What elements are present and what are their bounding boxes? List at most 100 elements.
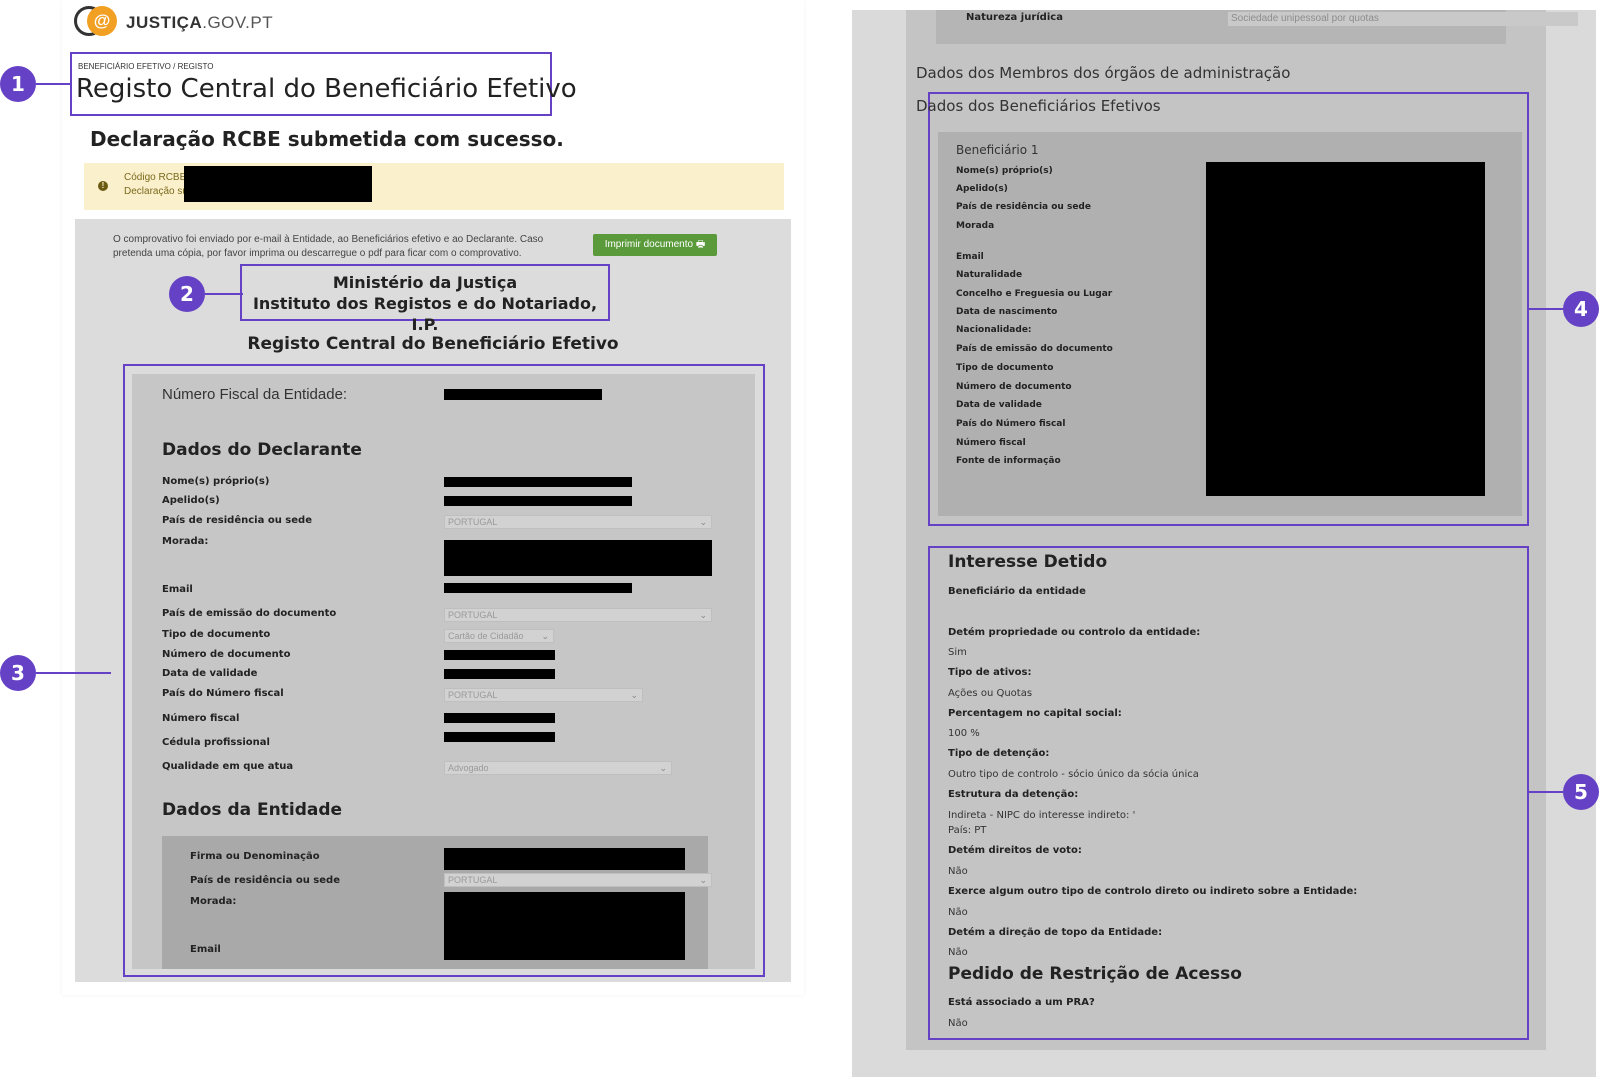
chevron-down-icon: ⌄ (699, 517, 707, 527)
ben-field-label: Número de documento (956, 382, 1072, 392)
entidade-heading: Dados da Entidade (162, 800, 343, 820)
ben-field-label: Número fiscal (956, 438, 1026, 448)
declaration-label: Declaração su (124, 186, 188, 197)
field-label: Tipo de documento (162, 629, 271, 640)
callout-2: 2 (169, 276, 205, 312)
ben-field-label: Nome(s) próprio(s) (956, 166, 1053, 176)
callout-line (205, 293, 243, 295)
field-label: País de residência ou sede (190, 875, 340, 886)
interesse-heading: Interesse Detido (948, 552, 1108, 572)
field-label: Email (190, 944, 221, 955)
chevron-down-icon: ⌄ (659, 763, 667, 773)
answer: Não (948, 947, 968, 958)
site-logo-text[interactable]: JUSTIÇA.GOV.PT (126, 13, 273, 33)
entidade-box: Firma ou Denominação País de residência … (162, 836, 712, 969)
question: Detém propriedade ou controlo da entidad… (948, 627, 1201, 638)
natureza-label: Natureza jurídica (966, 12, 1063, 23)
nif-entidade-label: Número Fiscal da Entidade: (162, 386, 348, 403)
ben-field-label: Data de validade (956, 400, 1042, 410)
info-text: O comprovativo foi enviado por e-mail à … (113, 234, 544, 259)
ben-field-label: País do Número fiscal (956, 419, 1066, 429)
answer: Não (948, 866, 968, 877)
institute-name: Instituto dos Registos e do Notariado, I… (252, 294, 598, 334)
field-label: Morada: (190, 896, 237, 907)
chevron-down-icon: ⌄ (699, 875, 707, 885)
question: Exerce algum outro tipo de controlo dire… (948, 886, 1358, 897)
page-title: Registo Central do Beneficiário Efetivo (76, 74, 577, 104)
redaction-block (444, 713, 555, 723)
ben-field-label: Data de nascimento (956, 307, 1058, 317)
pais-nif-select[interactable]: PORTUGAL ⌄ (444, 688, 643, 702)
callout-1: 1 (0, 66, 36, 102)
question: Tipo de ativos: (948, 667, 1032, 678)
exclamation-icon: ! (98, 181, 108, 191)
ben-field-label: Morada (956, 221, 995, 231)
field-label: Firma ou Denominação (190, 851, 320, 862)
document-subtitle: Registo Central do Beneficiário Efetivo (247, 334, 619, 354)
breadcrumb[interactable]: BENEFICIÁRIO EFETIVO / REGISTO (78, 62, 213, 71)
callout-4: 4 (1563, 291, 1599, 327)
field-label: País de emissão do documento (162, 608, 337, 619)
field-label: Nome(s) próprio(s) (162, 476, 270, 487)
print-document-button[interactable]: Imprimir documento 🖶 (593, 234, 717, 256)
left-screenshot-panel: @ JUSTIÇA.GOV.PT BENEFICIÁRIO EFETIVO / … (62, 0, 804, 995)
pais-emissao-select[interactable]: PORTUGAL ⌄ (444, 608, 712, 622)
answer: País: PT (948, 825, 987, 836)
declarante-heading: Dados do Declarante (162, 440, 362, 460)
chevron-down-icon: ⌄ (630, 690, 638, 700)
redaction-block (444, 389, 602, 400)
natureza-value: Sociedade unipessoal por quotas (1228, 12, 1578, 26)
chevron-down-icon: ⌄ (541, 631, 549, 641)
question: Detém a direção de topo da Entidade: (948, 927, 1163, 938)
ministry-name: Ministério da Justiça (332, 273, 518, 292)
callout-line (1529, 308, 1563, 310)
interesse-subheading: Beneficiário da entidade (948, 586, 1086, 597)
printer-icon: 🖶 (695, 239, 706, 250)
field-label: Data de validade (162, 668, 258, 679)
redaction-block (444, 477, 632, 487)
ministry-header-box: Ministério da Justiça Instituto dos Regi… (240, 264, 610, 334)
field-label: Morada: (162, 536, 209, 547)
answer: Outro tipo de controlo - sócio único da … (948, 769, 1199, 780)
redaction-block (184, 166, 372, 202)
beneficiario-box: Beneficiário 1 Nome(s) próprio(s) Apelid… (938, 132, 1522, 516)
ben-field-label: Apelido(s) (956, 184, 1008, 194)
natureza-row: Natureza jurídica Sociedade unipessoal p… (936, 10, 1578, 44)
redaction-block (1206, 162, 1485, 496)
question: Percentagem no capital social: (948, 708, 1122, 719)
answer: 100 % (948, 728, 980, 739)
ben-field-label: País de residência ou sede (956, 202, 1091, 212)
success-message: Declaração RCBE submetida com sucesso. (90, 127, 564, 151)
title-highlight-box: BENEFICIÁRIO EFETIVO / REGISTO Registo C… (70, 52, 577, 116)
redaction-block (444, 848, 685, 870)
right-screenshot-panel: Natureza jurídica Sociedade unipessoal p… (852, 0, 1600, 1085)
ben-field-label: Naturalidade (956, 270, 1023, 280)
question: Estrutura da detenção: (948, 789, 1079, 800)
restricao-heading: Pedido de Restrição de Acesso (948, 964, 1242, 984)
pais-residencia-select[interactable]: PORTUGAL ⌄ (444, 515, 712, 529)
field-label: Email (162, 584, 193, 595)
redaction-block (444, 892, 685, 960)
callout-line (36, 672, 111, 674)
field-label: Número de documento (162, 649, 291, 660)
field-label: Apelido(s) (162, 495, 220, 506)
qualidade-select[interactable]: Advogado ⌄ (444, 761, 672, 775)
redaction-block (444, 732, 555, 742)
answer: Sim (948, 647, 967, 658)
ben-field-label: Email (956, 252, 984, 262)
logo-at-icon: @ (87, 6, 117, 36)
document-preview: O comprovativo foi enviado por e-mail à … (75, 219, 791, 982)
rcbe-code-label: Código RCBE: (124, 172, 190, 183)
ben-field-label: Nacionalidade: (956, 325, 1032, 335)
callout-line (1529, 791, 1563, 793)
field-label: País do Número fiscal (162, 688, 284, 699)
answer: Indireta - NIPC do interesse indireto: ' (948, 810, 1136, 821)
field-label: Número fiscal (162, 713, 240, 724)
tipo-documento-select[interactable]: Cartão de Cidadão ⌄ (444, 629, 554, 643)
answer: Não (948, 907, 968, 918)
entidade-pais-select[interactable]: PORTUGAL ⌄ (444, 873, 712, 887)
beneficiarios-heading: Dados dos Beneficiários Efetivos (916, 97, 1161, 115)
answer: Ações ou Quotas (948, 688, 1033, 699)
chevron-down-icon: ⌄ (699, 610, 707, 620)
ben-field-label: Concelho e Freguesia ou Lugar (956, 289, 1113, 299)
